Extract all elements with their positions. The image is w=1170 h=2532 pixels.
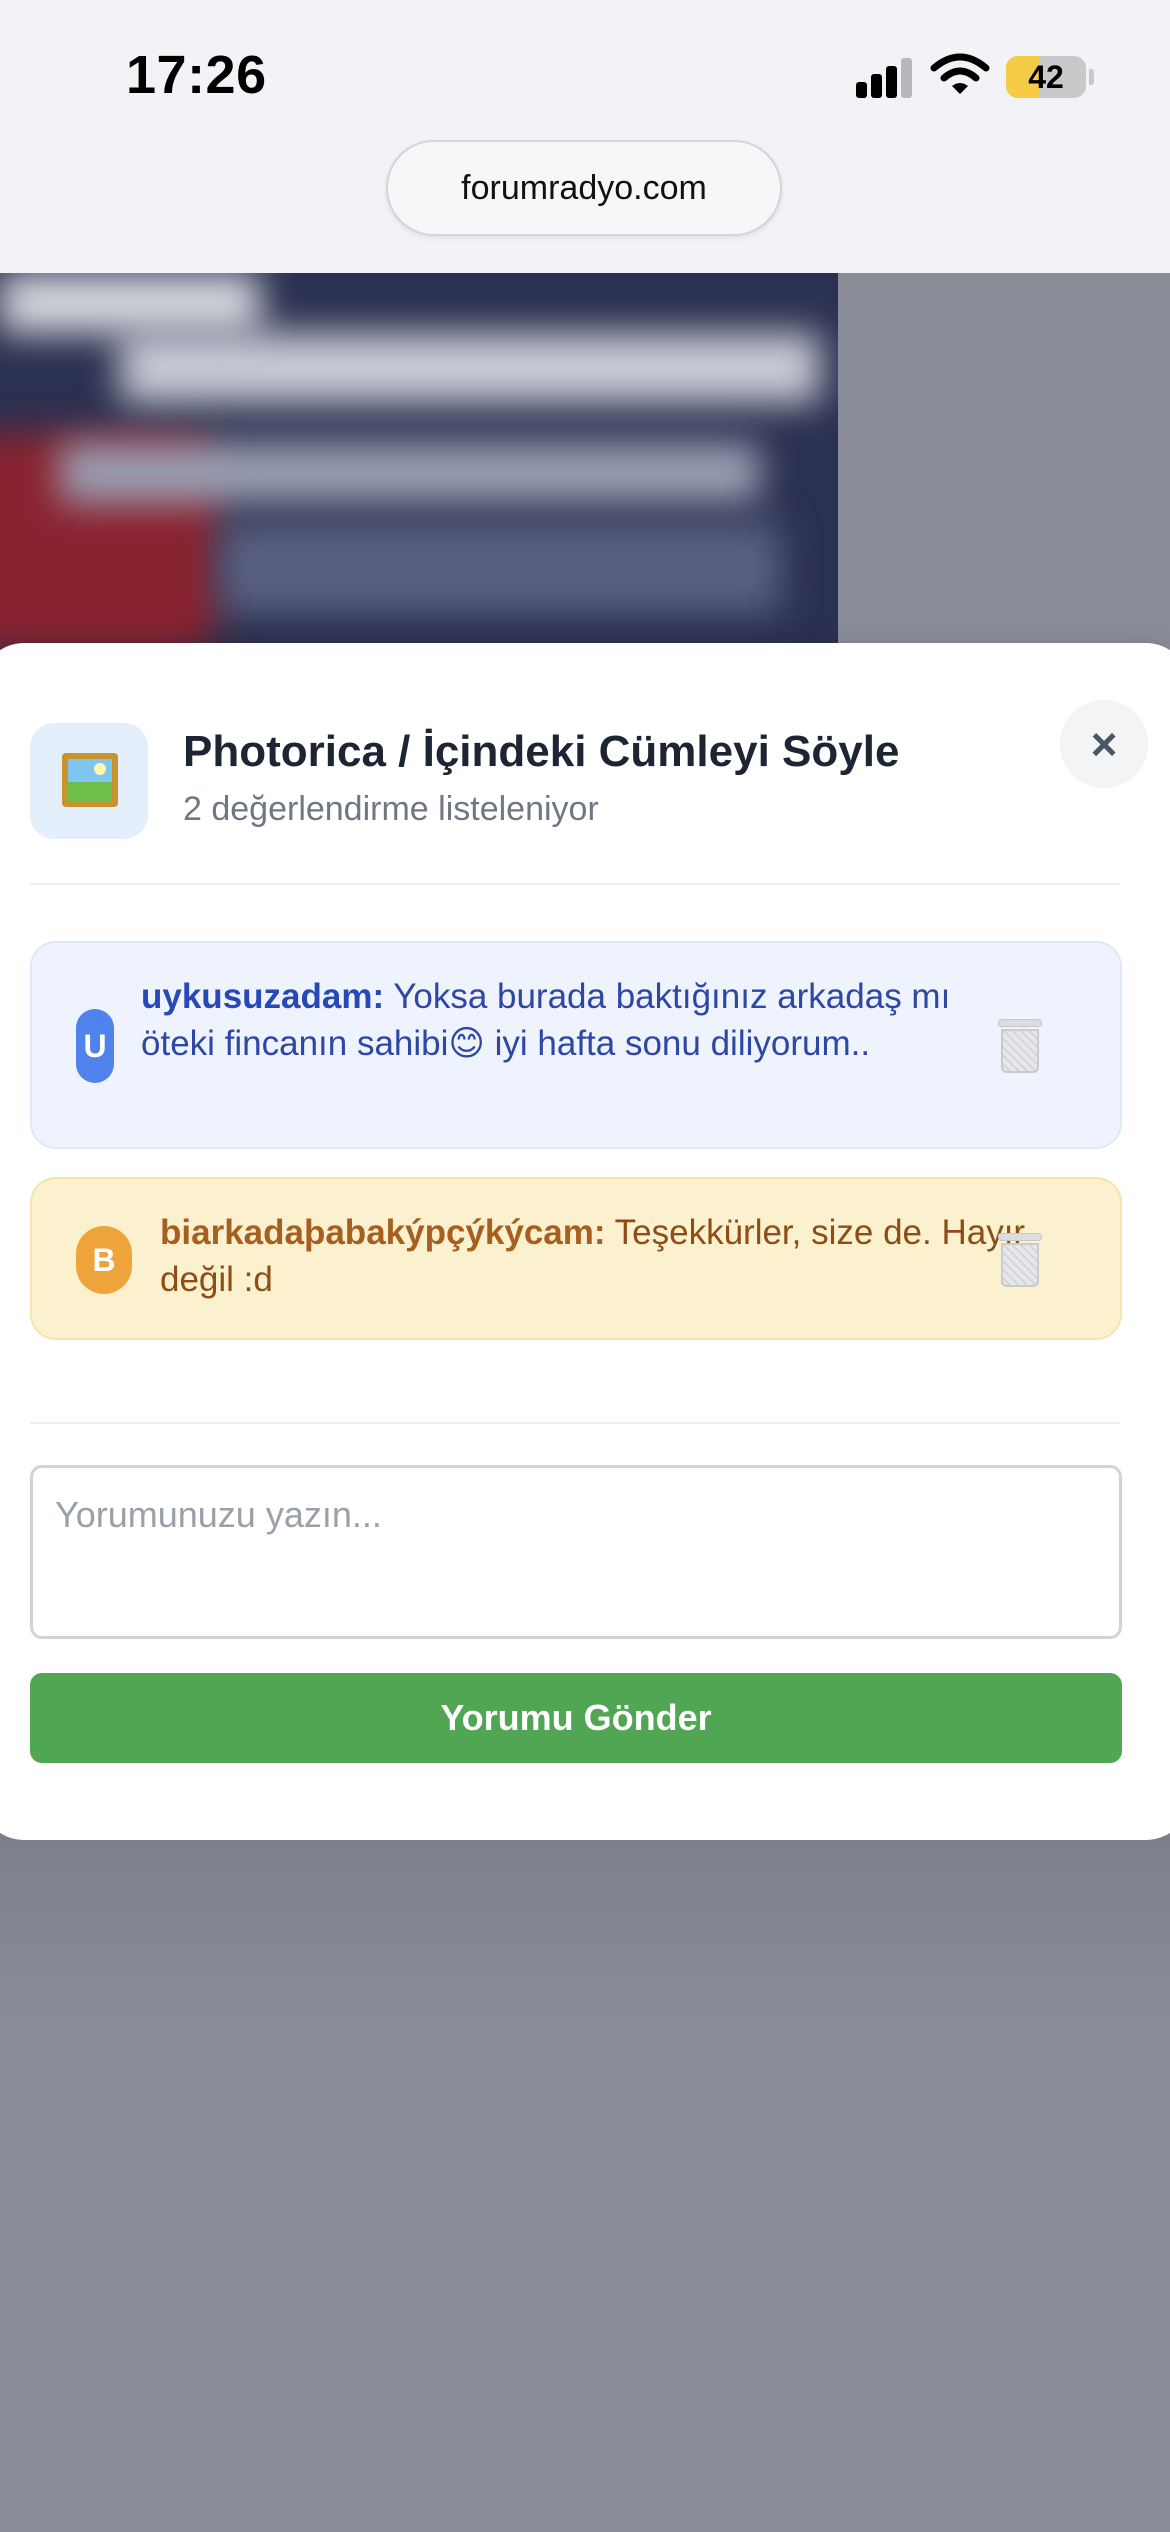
comment-body: biarkadaþabakýpçýkýcam: Teşekkürler, siz… (160, 1209, 1040, 1303)
avatar: U (76, 1009, 114, 1083)
battery-icon: 42 (1006, 56, 1086, 98)
comment-body: uykusuzadam: Yoksa burada baktığınız ark… (141, 973, 981, 1067)
framed-picture-icon (30, 723, 148, 839)
comment-username[interactable]: uykusuzadam: (141, 977, 384, 1016)
close-button[interactable]: × (1060, 700, 1148, 788)
background-photo (0, 273, 838, 673)
sheet-subtitle: 2 değerlendirme listeleniyor (183, 790, 599, 828)
battery-level: 42 (1028, 59, 1064, 95)
compose-divider (30, 1422, 1120, 1424)
battery-nub (1089, 69, 1094, 85)
comment-item: B biarkadaþabakýpçýkýcam: Teşekkürler, s… (30, 1177, 1122, 1340)
comment-username[interactable]: biarkadaþabakýpçýkýcam: (160, 1213, 606, 1252)
comment-item: U uykusuzadam: Yoksa burada baktığınız a… (30, 941, 1122, 1149)
avatar: B (76, 1226, 132, 1294)
cellular-signal-icon (856, 58, 914, 98)
comments-sheet: Photorica / İçindeki Cümleyi Söyle 2 değ… (0, 643, 1170, 1840)
status-time: 17:26 (126, 45, 267, 105)
trash-icon[interactable] (998, 1019, 1042, 1073)
close-icon: × (1090, 718, 1118, 770)
url-bar[interactable]: forumradyo.com (386, 140, 782, 236)
trash-icon[interactable] (998, 1233, 1042, 1287)
header-divider (30, 883, 1120, 885)
background-dim-bottom (0, 1840, 1170, 2532)
submit-comment-button[interactable]: Yorumu Gönder (30, 1673, 1122, 1763)
sheet-title: Photorica / İçindeki Cümleyi Söyle (183, 727, 900, 776)
background-dim-right (838, 273, 1170, 673)
comment-input[interactable] (30, 1465, 1122, 1639)
browser-top-bar: 17:26 42 forumradyo.com (0, 0, 1170, 273)
wifi-icon (930, 53, 990, 94)
